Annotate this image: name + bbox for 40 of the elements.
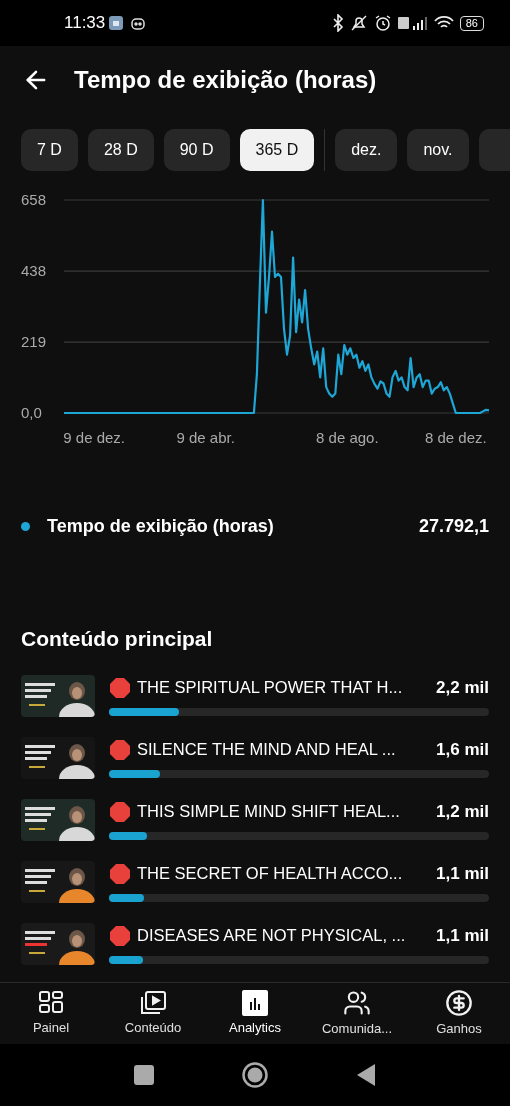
period-chip[interactable]: nov. — [407, 129, 469, 171]
nav-tab[interactable]: Comunida... — [306, 988, 408, 1039]
nav-tab[interactable]: Analytics — [204, 989, 306, 1038]
content-item[interactable]: THE SPIRITUAL POWER THAT H... 2,2 mil — [0, 674, 510, 717]
y-axis-label: 219 — [21, 333, 47, 351]
period-chip[interactable]: 90 D — [163, 129, 230, 171]
video-value: 1,2 mil — [436, 800, 489, 823]
y-axis-label: 438 — [21, 262, 47, 280]
x-axis-label: 8 de ago. — [316, 429, 379, 446]
video-value: 1,1 mil — [436, 924, 489, 947]
content-item[interactable]: THE SECRET OF HEALTH ACCO... 1,1 mil — [0, 860, 510, 903]
video-title: SILENCE THE MIND AND HEAL ... — [137, 739, 396, 761]
legend-label: Tempo de exibição (horas) — [47, 515, 274, 538]
y-axis-label: 658 — [21, 191, 47, 208]
video-title: THE SECRET OF HEALTH ACCO... — [137, 863, 403, 885]
x-axis-label: 9 de abr. — [176, 429, 235, 446]
content-item[interactable]: SILENCE THE MIND AND HEAL ... 1,6 mil — [0, 736, 510, 779]
x-axis-label: 9 de dez. — [63, 429, 125, 446]
period-chip[interactable]: 365 D — [239, 129, 315, 171]
nav-tab[interactable]: Conteúdo — [102, 989, 204, 1038]
video-title: THIS SIMPLE MIND SHIFT HEAL... — [137, 801, 400, 823]
video-value: 1,1 mil — [436, 862, 489, 885]
battery-indicator: 86 — [459, 15, 484, 31]
period-chip[interactable]: dez. — [335, 129, 398, 171]
video-title: DISEASES ARE NOT PHYSICAL, ... — [137, 925, 406, 947]
video-value: 2,2 mil — [436, 676, 489, 699]
content-item[interactable]: DISEASES ARE NOT PHYSICAL, ... 1,1 mil — [0, 922, 510, 965]
nav-tab[interactable]: Ganhos — [408, 988, 510, 1039]
section-heading: Conteúdo principal — [20, 626, 214, 652]
page-title: Tempo de exibição (horas) — [74, 65, 377, 95]
video-value: 1,6 mil — [436, 738, 489, 761]
status-time: 11:33 — [64, 12, 106, 35]
content-item[interactable]: THIS SIMPLE MIND SHIFT HEAL... 1,2 mil — [0, 798, 510, 841]
period-chip[interactable]: 28 D — [87, 129, 154, 171]
x-axis-label: 8 de dez. — [425, 429, 487, 446]
legend-total: 27.792,1 — [418, 515, 489, 538]
y-axis-label: 0,0 — [21, 404, 42, 421]
nav-tab[interactable]: Painel — [0, 989, 102, 1038]
video-title: THE SPIRITUAL POWER THAT H... — [137, 677, 403, 699]
period-chip[interactable]: 7 D — [21, 129, 78, 171]
